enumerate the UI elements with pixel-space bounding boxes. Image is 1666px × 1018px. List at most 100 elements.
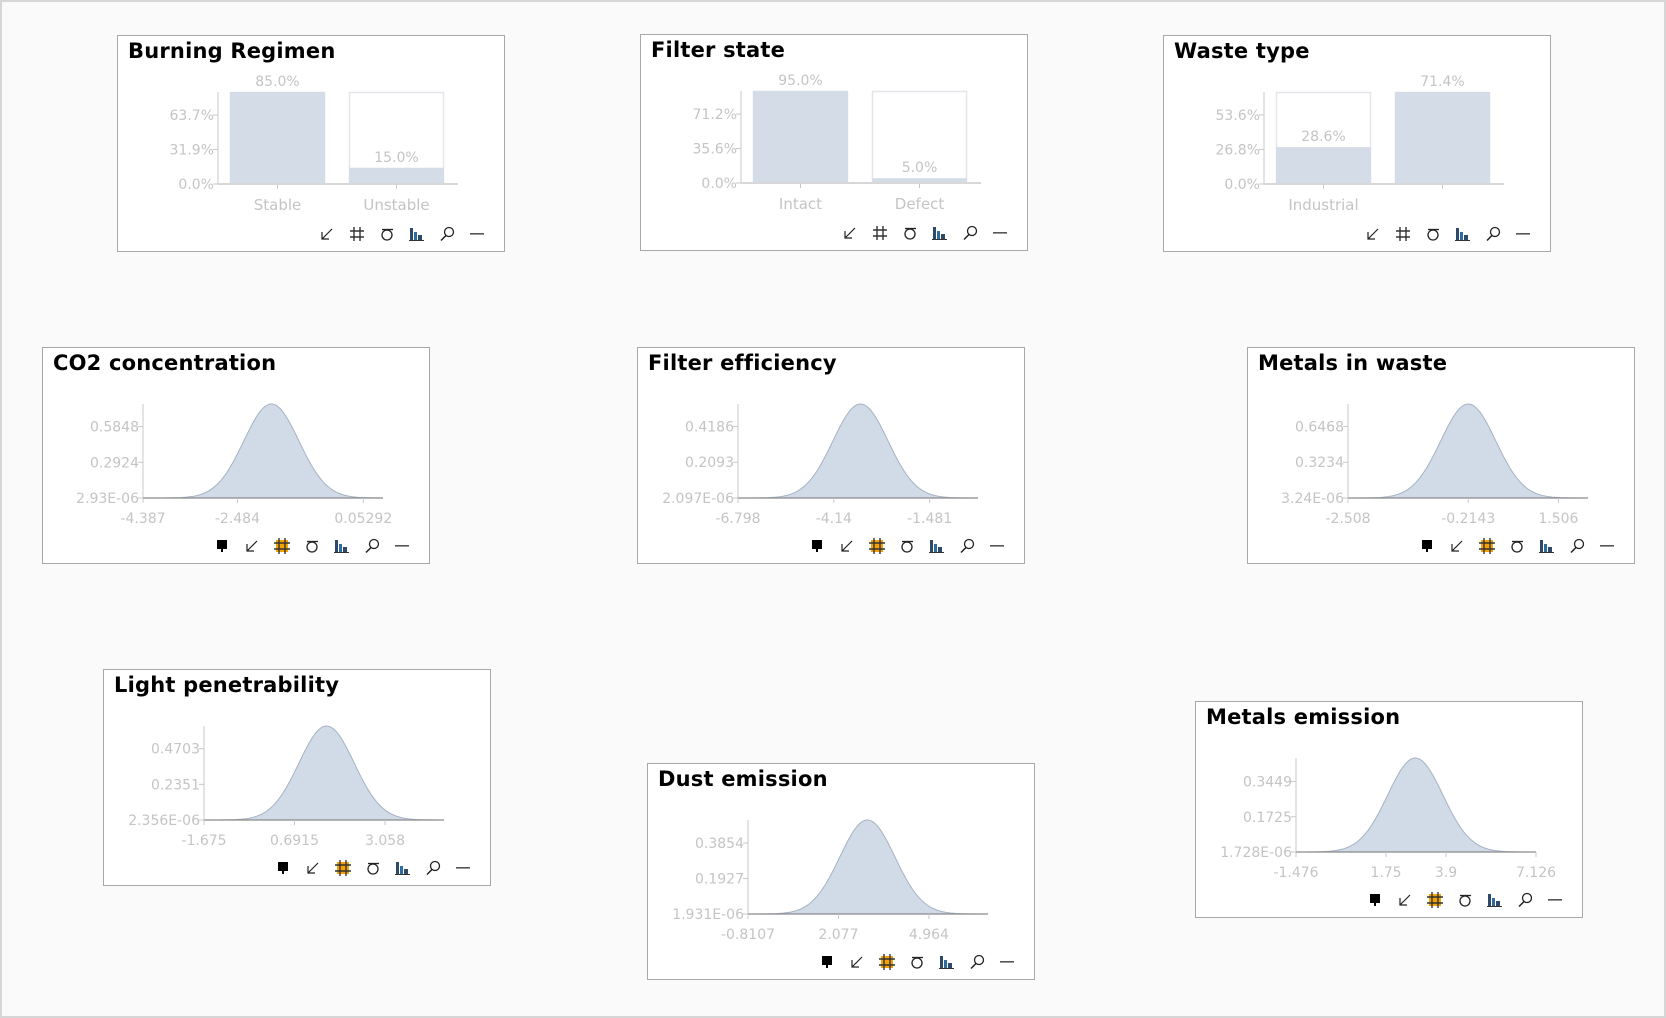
bar-value-label: 15.0% bbox=[374, 150, 418, 166]
density-area bbox=[1348, 404, 1588, 498]
bar-chart-button[interactable] bbox=[402, 223, 432, 245]
bar bbox=[1395, 92, 1490, 184]
sigma-button[interactable] bbox=[358, 857, 388, 879]
search-button[interactable] bbox=[418, 857, 448, 879]
y-tick-label: 71.2% bbox=[693, 107, 737, 123]
arrow-icon bbox=[306, 861, 320, 875]
minimize-button[interactable] bbox=[448, 857, 478, 879]
search-button[interactable] bbox=[432, 223, 462, 245]
minimize-button[interactable] bbox=[982, 535, 1012, 557]
search-button[interactable] bbox=[357, 535, 387, 557]
minimize-button[interactable] bbox=[1508, 223, 1538, 245]
arrow-button[interactable] bbox=[835, 222, 865, 244]
monitor-metals-in-waste[interactable]: Metals in waste 3.24E-06 0.3234 0.6468 -2.5… bbox=[1247, 347, 1635, 564]
monitor-toolbar bbox=[207, 535, 417, 557]
sigma-button[interactable] bbox=[902, 951, 932, 973]
bar-chart-button[interactable] bbox=[1448, 223, 1478, 245]
arrow-button[interactable] bbox=[1442, 535, 1472, 557]
minimize-button[interactable] bbox=[1592, 535, 1622, 557]
grid-button[interactable] bbox=[862, 535, 892, 557]
search-icon bbox=[962, 225, 978, 241]
x-tick-label: 0.05292 bbox=[334, 511, 392, 527]
pin-button[interactable] bbox=[207, 535, 237, 557]
sigma-button[interactable] bbox=[1450, 889, 1480, 911]
arrow-button[interactable] bbox=[1390, 889, 1420, 911]
sigma-button[interactable] bbox=[1418, 223, 1448, 245]
minimize-button[interactable] bbox=[992, 951, 1022, 973]
grid-button[interactable] bbox=[1388, 223, 1418, 245]
grid-button[interactable] bbox=[1472, 535, 1502, 557]
monitor-metals-emission[interactable]: Metals emission 1.728E-06 0.1725 0.3449 -1.… bbox=[1195, 701, 1583, 918]
sigma-button[interactable] bbox=[1502, 535, 1532, 557]
search-button[interactable] bbox=[962, 951, 992, 973]
arrow-icon bbox=[840, 539, 854, 553]
pin-button[interactable] bbox=[268, 857, 298, 879]
x-tick-label: 0.6915 bbox=[270, 833, 319, 849]
density-area bbox=[1296, 758, 1536, 852]
grid-button[interactable] bbox=[267, 535, 297, 557]
grid-button[interactable] bbox=[865, 222, 895, 244]
monitor-light-penetrability[interactable]: Light penetrability 2.356E-06 0.2351 0.470… bbox=[103, 669, 491, 886]
grid-button[interactable] bbox=[342, 223, 372, 245]
x-tick-label: Unstable bbox=[363, 196, 429, 214]
pin-button[interactable] bbox=[1412, 535, 1442, 557]
bar-chart-button[interactable] bbox=[932, 951, 962, 973]
y-tick-label: 0.2093 bbox=[685, 455, 734, 471]
search-button[interactable] bbox=[1510, 889, 1540, 911]
monitor-toolbar bbox=[835, 222, 1015, 244]
monitor-burning-regimen[interactable]: Burning Regimen 85.0% Stable 15.0% Unstable… bbox=[117, 35, 505, 252]
monitor-dust-emission[interactable]: Dust emission 1.931E-06 0.1927 0.3854 -0.81… bbox=[647, 763, 1035, 980]
arrow-button[interactable] bbox=[298, 857, 328, 879]
arrow-button[interactable] bbox=[832, 535, 862, 557]
search-button[interactable] bbox=[952, 535, 982, 557]
y-tick-label: 0.2351 bbox=[151, 777, 200, 793]
minimize-button[interactable] bbox=[462, 223, 492, 245]
sigma-button[interactable] bbox=[297, 535, 327, 557]
bar-chart-button[interactable] bbox=[1532, 535, 1562, 557]
bar-chart-button[interactable] bbox=[327, 535, 357, 557]
bar-value-label: 95.0% bbox=[778, 73, 822, 89]
arrow-icon bbox=[850, 955, 864, 969]
x-tick-label: 1.75 bbox=[1370, 865, 1401, 881]
sigma-button[interactable] bbox=[892, 535, 922, 557]
bar-chart-button[interactable] bbox=[1480, 889, 1510, 911]
bar-chart: 28.6% Industrial 71.4% 0.0% 26.8% 53.6% bbox=[1216, 74, 1504, 214]
monitor-filter-efficiency[interactable]: Filter efficiency 2.097E-06 0.2093 0.4186-… bbox=[637, 347, 1025, 564]
pin-button[interactable] bbox=[802, 535, 832, 557]
minimize-button[interactable] bbox=[387, 535, 417, 557]
grid-button[interactable] bbox=[872, 951, 902, 973]
search-button[interactable] bbox=[1562, 535, 1592, 557]
search-button[interactable] bbox=[955, 222, 985, 244]
y-tick-label: 35.6% bbox=[693, 142, 737, 158]
search-icon bbox=[364, 538, 380, 554]
bar-chart-button[interactable] bbox=[925, 222, 955, 244]
x-tick-label: 3.9 bbox=[1435, 865, 1457, 881]
pin-button[interactable] bbox=[812, 951, 842, 973]
bar-chart-button[interactable] bbox=[388, 857, 418, 879]
y-tick-label: 0.2924 bbox=[90, 455, 139, 471]
arrow-button[interactable] bbox=[842, 951, 872, 973]
monitor-filter-state[interactable]: Filter state 95.0% Intact 5.0% Defect 0.0% 35… bbox=[640, 34, 1028, 251]
arrow-button[interactable] bbox=[1358, 223, 1388, 245]
y-tick-label: 0.0% bbox=[701, 176, 737, 192]
pin-button[interactable] bbox=[1360, 889, 1390, 911]
search-button[interactable] bbox=[1478, 223, 1508, 245]
sigma-button[interactable] bbox=[895, 222, 925, 244]
minimize-button[interactable] bbox=[985, 222, 1015, 244]
y-tick-label: 0.0% bbox=[178, 177, 214, 193]
sigma-button[interactable] bbox=[372, 223, 402, 245]
monitor-waste-type[interactable]: Waste type 28.6% Industrial 71.4% 0.0% 26.8%… bbox=[1163, 35, 1551, 252]
y-tick-label: 0.5848 bbox=[90, 420, 139, 436]
search-icon bbox=[1517, 892, 1533, 908]
grid-button[interactable] bbox=[328, 857, 358, 879]
bar-chart-button[interactable] bbox=[922, 535, 952, 557]
arrow-button[interactable] bbox=[312, 223, 342, 245]
monitor-co2-concentration[interactable]: CO2 concentration 2.93E-06 0.2924 0.5848 -4… bbox=[42, 347, 430, 564]
minimize-button[interactable] bbox=[1540, 889, 1570, 911]
x-tick-label: -6.798 bbox=[715, 511, 760, 527]
search-icon bbox=[1569, 538, 1585, 554]
grid-button[interactable] bbox=[1420, 889, 1450, 911]
search-icon bbox=[1485, 226, 1501, 242]
arrow-button[interactable] bbox=[237, 535, 267, 557]
sigma-icon bbox=[903, 225, 917, 241]
